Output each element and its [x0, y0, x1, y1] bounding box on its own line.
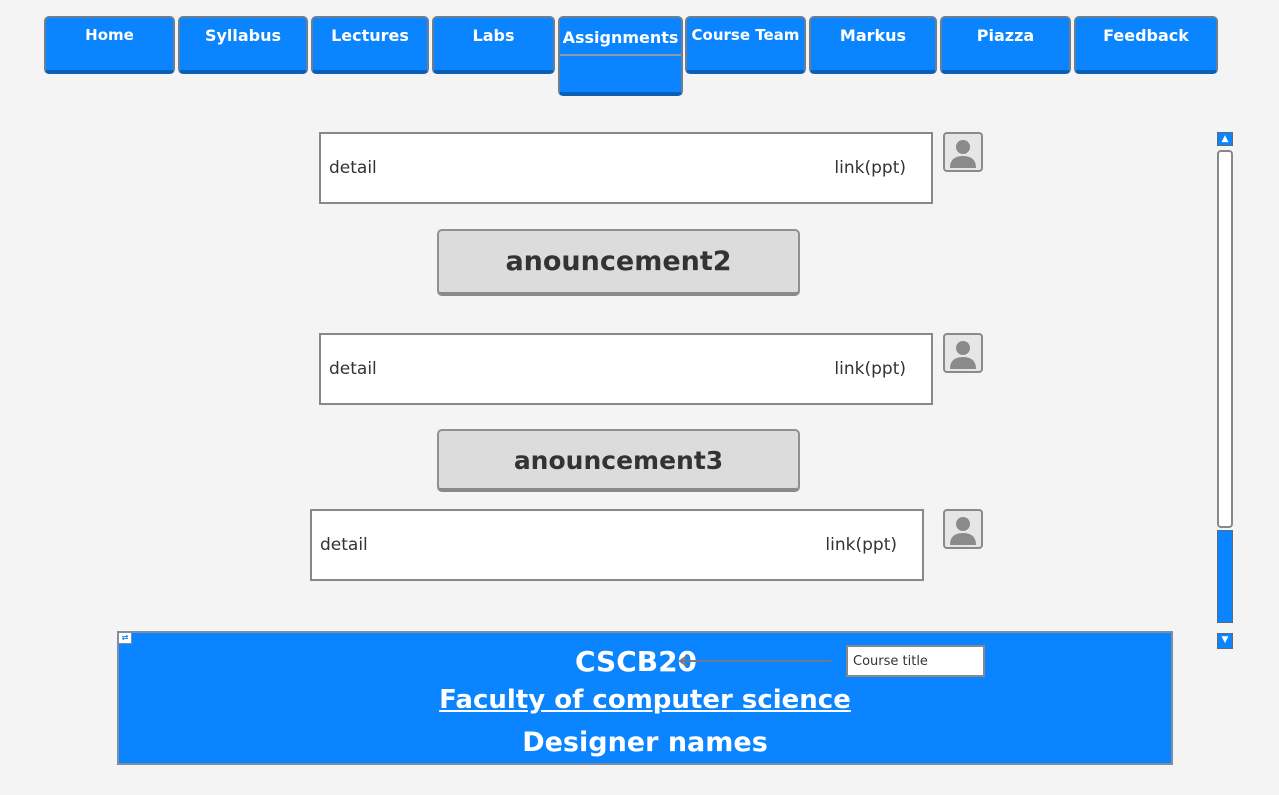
- announcement-3-detail-box: detail link(ppt): [310, 509, 924, 581]
- announcement-3-link[interactable]: link(ppt): [825, 535, 897, 555]
- footer-course-code-line: CSCB20: [119, 645, 1171, 678]
- scroll-thumb[interactable]: [1217, 530, 1233, 623]
- announcement-3-avatar-icon: [943, 509, 983, 549]
- nav-feedback-button[interactable]: Feedback: [1074, 16, 1218, 74]
- nav-markus-label: Markus: [839, 26, 907, 45]
- announcement-3-title-bar: anouncement3: [437, 429, 800, 492]
- announcement-2-detail-box: detail link(ppt): [319, 333, 933, 405]
- announcement-1-detail: detail: [329, 158, 377, 178]
- nav-labs-label: Labs: [472, 26, 515, 45]
- nav-labs-button[interactable]: Labs: [432, 16, 555, 74]
- nav-lectures-label: Lectures: [331, 26, 409, 45]
- callout-arrow-icon: [678, 655, 831, 667]
- scrollbar[interactable]: ▲ ▼: [1217, 132, 1233, 649]
- scroll-down-arrow-icon[interactable]: ▼: [1217, 633, 1233, 649]
- announcement-2-title-bar: anouncement2: [437, 229, 800, 296]
- nav-course-team-button[interactable]: Course Team: [685, 16, 806, 74]
- footer-faculty-link[interactable]: Faculty of computer science: [119, 685, 1171, 715]
- announcement-2-link[interactable]: link(ppt): [834, 359, 906, 379]
- nav-assignments-button[interactable]: Assignments: [558, 16, 683, 96]
- course-title-callout[interactable]: [846, 645, 985, 677]
- nav-syllabus-label: Syllabus: [204, 26, 282, 45]
- nav-assignments-label: Assignments: [562, 28, 679, 47]
- footer-designers: Designer names: [522, 727, 768, 758]
- scroll-up-arrow-icon[interactable]: ▲: [1217, 132, 1233, 146]
- announcement-1-detail-box: detail link(ppt): [319, 132, 933, 204]
- nav-course-team-label: Course Team: [691, 26, 800, 44]
- announcement-2-title: anouncement2: [505, 246, 732, 277]
- link-icon: ⇄: [119, 633, 132, 644]
- announcement-1-link[interactable]: link(ppt): [834, 158, 906, 178]
- announcement-3-detail: detail: [320, 535, 368, 555]
- announcement-1-avatar-icon: [943, 132, 983, 172]
- footer: ⇄ CSCB20 Faculty of computer science Des…: [117, 631, 1173, 765]
- nav-home-label: Home: [85, 26, 134, 44]
- nav-home-button[interactable]: Home: [44, 16, 175, 74]
- nav-lectures-button[interactable]: Lectures: [311, 16, 429, 74]
- nav-piazza-button[interactable]: Piazza: [940, 16, 1071, 74]
- announcement-2-detail: detail: [329, 359, 377, 379]
- nav-markus-button[interactable]: Markus: [809, 16, 937, 74]
- announcement-2-avatar-icon: [943, 333, 983, 373]
- nav-piazza-label: Piazza: [976, 26, 1035, 45]
- nav-assignments-divider: [560, 54, 681, 56]
- nav-syllabus-button[interactable]: Syllabus: [178, 16, 308, 74]
- announcement-3-title: anouncement3: [513, 446, 724, 475]
- scroll-track[interactable]: [1217, 150, 1233, 528]
- nav-feedback-label: Feedback: [1103, 26, 1189, 45]
